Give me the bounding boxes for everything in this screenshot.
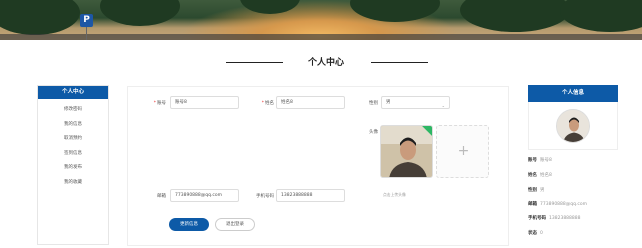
upload-hint: 点击上传头像 — [383, 192, 406, 197]
title-divider-right — [371, 62, 428, 63]
profile-row-name: 姓名 姓名8 — [528, 173, 552, 178]
menu-item-check-in[interactable]: 签到信息 — [38, 147, 108, 162]
account-input[interactable]: 账号8 — [170, 96, 239, 109]
sign-pole — [86, 27, 87, 40]
tree-decoration — [100, 0, 180, 26]
menu-item-cancel-reservation[interactable]: 取消预约 — [38, 132, 108, 147]
profile-row-email: 邮箱 773890888@qq.com — [528, 202, 588, 207]
avatar-label: 头像 — [369, 130, 378, 135]
account-label: *账号 — [153, 101, 166, 106]
phone-input[interactable]: 13823888888 — [276, 189, 345, 202]
tree-decoration — [0, 0, 80, 35]
top-banner-image: P — [0, 0, 642, 40]
profile-row-status: 状态 0 — [528, 231, 543, 236]
email-label: 邮箱 — [157, 194, 166, 199]
page-title: 个人中心 — [307, 58, 344, 68]
menu-item-my-favorites[interactable]: 我的收藏 — [38, 176, 108, 191]
email-input[interactable]: 773890888@qq.com — [170, 189, 239, 202]
menu-item-my-info[interactable]: 我的信息 — [38, 118, 108, 133]
person-photo — [381, 126, 432, 177]
parking-sign-icon: P — [80, 14, 93, 27]
tree-decoration — [460, 0, 570, 32]
update-info-button[interactable]: 更新信息 — [169, 218, 209, 231]
phone-label: 手机号码 — [256, 194, 274, 199]
profile-avatar — [556, 109, 590, 143]
gender-label: 性别 — [369, 101, 378, 106]
road — [0, 34, 642, 40]
profile-card-header: 个人信息 — [528, 85, 618, 102]
avatar-upload-button[interactable]: + — [436, 125, 489, 178]
profile-row-account: 账号 账号8 — [528, 158, 552, 163]
logout-button[interactable]: 退出登录 — [215, 218, 255, 231]
profile-row-phone: 手机号码 13823888888 — [528, 216, 581, 221]
menu-item-my-posts[interactable]: 我的发布 — [38, 161, 108, 176]
avatar-preview[interactable] — [380, 125, 433, 178]
gender-select[interactable]: 男 ⌄ — [381, 96, 450, 109]
name-label: *姓名 — [261, 101, 274, 106]
menu-item-change-password[interactable]: 修改密码 — [38, 103, 108, 118]
plus-icon: + — [457, 143, 470, 159]
profile-row-gender: 性别男 — [528, 188, 545, 193]
left-menu: 个人中心 修改密码 我的信息 取消预约 签到信息 我的发布 我的收藏 — [37, 85, 109, 245]
gender-selected-value: 男 — [386, 100, 391, 105]
tree-decoration — [560, 0, 642, 32]
name-input[interactable]: 姓名8 — [276, 96, 345, 109]
left-menu-header: 个人中心 — [38, 86, 108, 99]
chevron-down-icon: ⌄ — [441, 103, 445, 108]
title-divider-left — [226, 62, 283, 63]
